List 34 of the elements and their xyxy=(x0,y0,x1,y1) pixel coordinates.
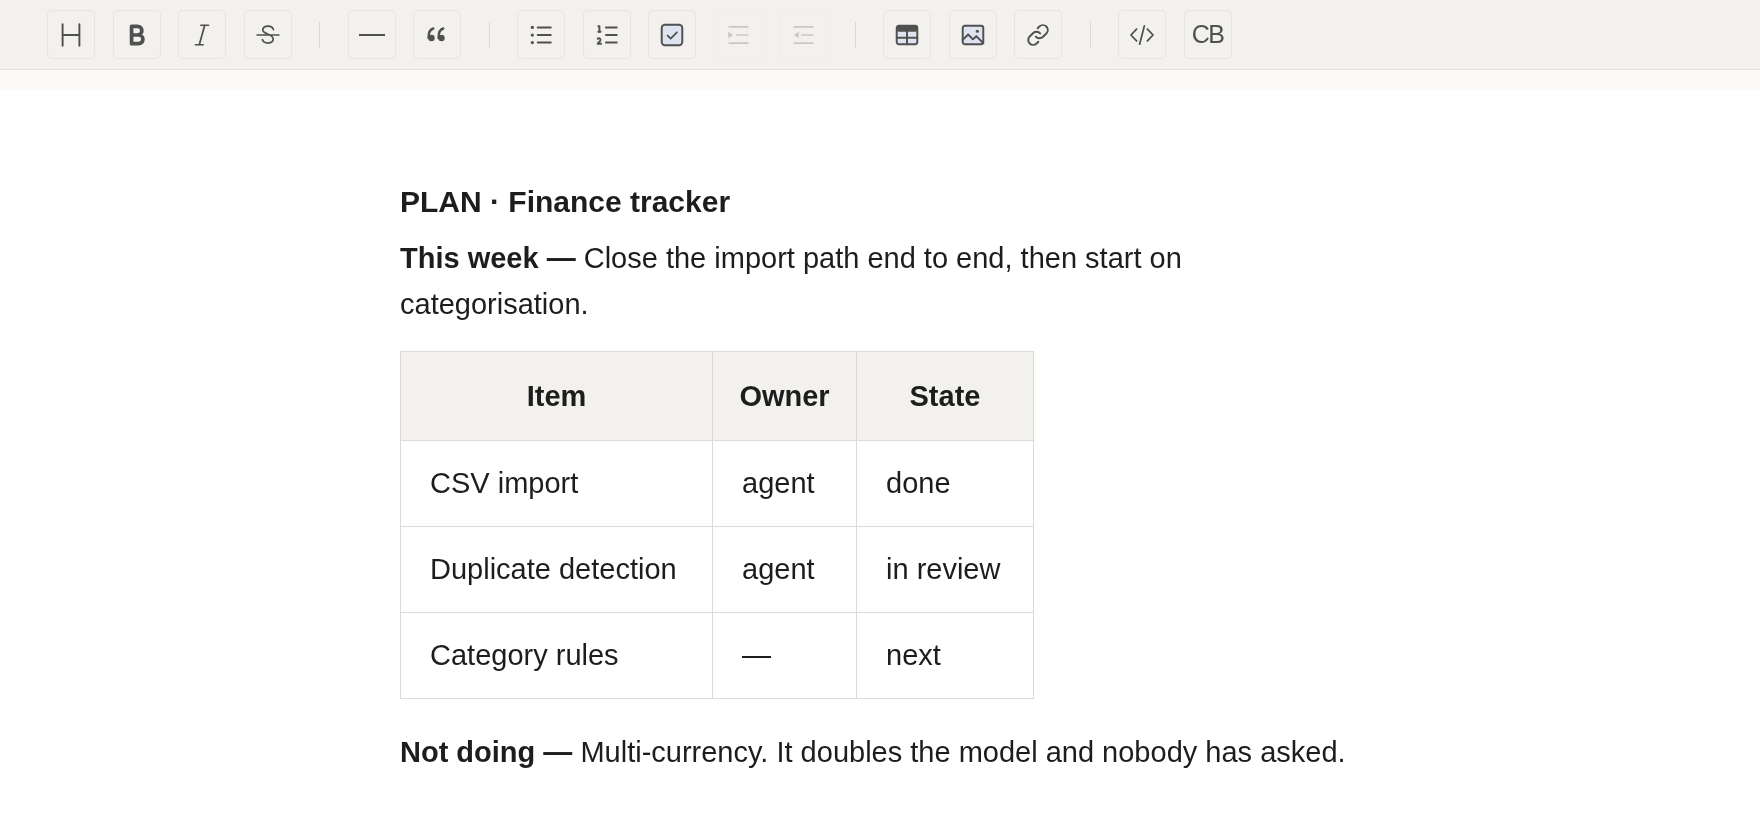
document-title: PLAN · Finance tracker xyxy=(400,184,731,220)
checklist-button[interactable] xyxy=(648,10,696,59)
table-cell: agent xyxy=(712,526,857,613)
quote-button[interactable] xyxy=(413,10,461,59)
table-cell: CSV import xyxy=(400,440,713,527)
heading-button[interactable] xyxy=(47,10,95,59)
bullet-list-button[interactable] xyxy=(517,10,565,59)
image-button[interactable] xyxy=(948,10,997,59)
code-button[interactable] xyxy=(1118,10,1166,59)
link-icon xyxy=(1025,21,1051,48)
strikethrough-button[interactable] xyxy=(243,10,292,59)
table-cell: in review xyxy=(856,526,1034,613)
table-cell: next xyxy=(856,612,1034,699)
horizontal-line-button[interactable] xyxy=(347,10,396,59)
link-button[interactable] xyxy=(1014,10,1062,59)
checkbox-icon xyxy=(659,21,685,48)
table-cell: agent xyxy=(712,440,857,527)
italic-button[interactable] xyxy=(178,10,226,59)
table-header-cell: Item xyxy=(400,351,713,441)
table-cell: done xyxy=(856,440,1034,527)
bold-button[interactable] xyxy=(112,10,161,59)
paragraph: Not doing — Multi-currency. It doubles the model and nobody has asked. xyxy=(400,735,1346,770)
horizontal-line-icon xyxy=(358,33,385,36)
table-cell: — xyxy=(712,612,857,699)
table-cell: Duplicate detection xyxy=(400,526,713,613)
code-block-button[interactable]: CB xyxy=(1183,10,1232,59)
table-cell: Category rules xyxy=(400,612,713,699)
table-header-cell: State xyxy=(856,351,1034,441)
paragraph: This week — Close the import path end to end, then start on categorisation. xyxy=(400,241,1183,322)
table-header-cell: Owner xyxy=(712,351,857,441)
heading-icon xyxy=(61,22,81,47)
numbered-list-button[interactable] xyxy=(582,10,631,59)
quote-icon xyxy=(426,26,448,43)
table-button[interactable] xyxy=(883,10,931,59)
